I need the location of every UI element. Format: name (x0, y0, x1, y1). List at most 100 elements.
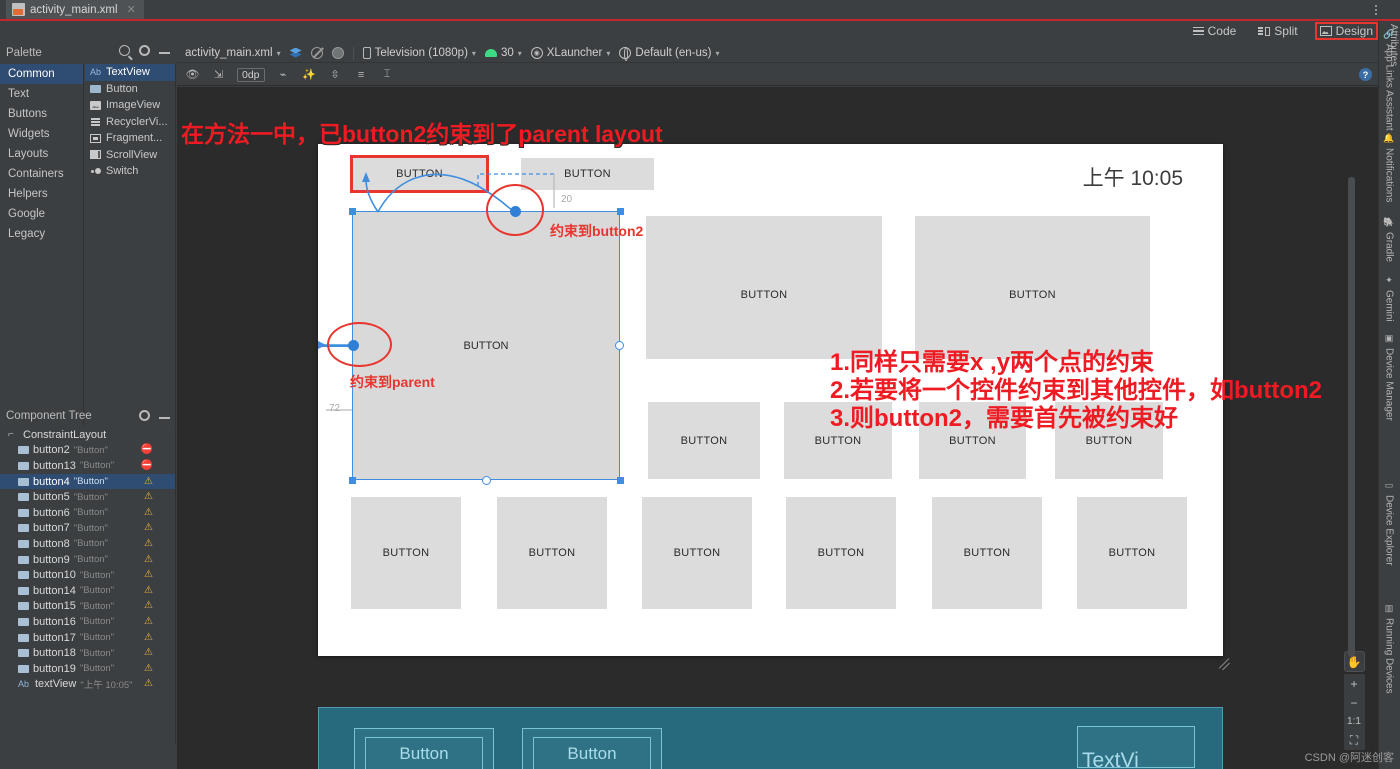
resize-handle-tr[interactable] (617, 208, 624, 215)
palette-cat-google[interactable]: Google (0, 204, 83, 224)
tree-node-button6[interactable]: button6 "Button" ⚠ (0, 505, 175, 521)
canvas-button-row4-3[interactable]: BUTTON (642, 497, 752, 609)
zoom-in-button[interactable]: + (1343, 674, 1365, 693)
gear-icon[interactable] (139, 45, 150, 56)
resize-handle-tl[interactable] (349, 208, 356, 215)
tree-node-button8[interactable]: button8 "Button" ⚠ (0, 536, 175, 552)
design-canvas[interactable]: BUTTON BUTTON 上午 10:05 BUTTON BUTTON BUT… (177, 87, 1378, 769)
palette-item-recyclerview[interactable]: RecyclerVi... (85, 114, 175, 131)
layers-icon[interactable] (290, 48, 302, 59)
fit-to-screen-icon[interactable]: ⛶ (1343, 731, 1365, 750)
tree-node-button7[interactable]: button7 "Button" ⚠ (0, 521, 175, 537)
tree-node-button5[interactable]: button5 "Button" ⚠ (0, 489, 175, 505)
palette-item-imageview[interactable]: ImageView (85, 97, 175, 114)
palette-cat-helpers[interactable]: Helpers (0, 184, 83, 204)
default-margin-value[interactable]: 0dp (237, 67, 265, 82)
canvas-button-row1-1[interactable]: BUTTON (350, 155, 489, 193)
tree-node-textView[interactable]: Ab textView "上午 10:05" ⚠ (0, 677, 175, 693)
palette-item-scrollview[interactable]: ScrollView (85, 147, 175, 164)
palette-cat-containers[interactable]: Containers (0, 164, 83, 184)
resize-handle-bl[interactable] (349, 477, 356, 484)
zoom-out-button[interactable]: − (1343, 693, 1365, 712)
align-horizontal-icon[interactable]: ≡ (354, 67, 369, 82)
tree-node-button19[interactable]: button19 "Button" ⚠ (0, 661, 175, 677)
selected-widget-button4[interactable]: BUTTON (352, 211, 620, 480)
tree-node-button10[interactable]: button10 "Button" ⚠ (0, 567, 175, 583)
rail-device-explorer[interactable]: ▭ Device Explorer (1379, 476, 1399, 570)
magnifier-icon[interactable] (331, 47, 344, 59)
tab-split[interactable]: Split (1253, 22, 1302, 40)
constraint-anchor-bottom[interactable] (482, 476, 491, 485)
rail-device-manager[interactable]: ▣ Device Manager (1379, 329, 1399, 425)
constraint-anchor-right[interactable] (615, 341, 624, 350)
palette-cat-buttons[interactable]: Buttons (0, 104, 83, 124)
tree-node-button13[interactable]: button13 "Button" ⛔ (0, 458, 175, 474)
device-dropdown[interactable]: Television (1080p) ▾ (362, 47, 476, 59)
tree-node-button4[interactable]: button4 "Button" ⚠ (0, 473, 175, 490)
palette-item-button[interactable]: Button (85, 81, 175, 98)
zoom-controls[interactable]: ✋ + − 1:1 ⛶ (1343, 651, 1365, 750)
palette-item-list[interactable]: Ab TextView Button ImageView RecyclerVi.… (85, 64, 176, 426)
more-vertical-icon[interactable] (1369, 2, 1383, 18)
rail-gradle[interactable]: 🐘 Gradle (1379, 213, 1399, 266)
palette-cat-widgets[interactable]: Widgets (0, 124, 83, 144)
rail-gemini[interactable]: ✦ Gemini (1379, 271, 1399, 326)
file-tab-activity-main[interactable]: activity_main.xml ✕ (6, 0, 144, 21)
canvas-button-row4-4[interactable]: BUTTON (786, 497, 896, 609)
clear-constraints-icon[interactable]: ⌁ (276, 67, 291, 82)
guideline-icon[interactable]: ⌶ (380, 67, 395, 82)
palette-category-list[interactable]: Common Text Buttons Widgets Layouts Cont… (0, 64, 84, 426)
tree-node-button9[interactable]: button9 "Button" ⚠ (0, 552, 175, 568)
tree-node-button14[interactable]: button14 "Button" ⚠ (0, 583, 175, 599)
tab-design[interactable]: Design (1314, 22, 1378, 40)
attributes-panel-tab[interactable]: Attributes (1379, 24, 1399, 66)
palette-item-switch[interactable]: Switch (85, 163, 175, 180)
canvas-button-row4-5[interactable]: BUTTON (932, 497, 1042, 609)
autoconnect-icon[interactable]: ⇲ (211, 67, 226, 82)
search-icon[interactable] (119, 45, 130, 56)
minimize-icon[interactable] (159, 417, 170, 419)
tab-code[interactable]: Code (1188, 22, 1242, 40)
tree-root-constraintlayout[interactable]: ⌐ ConstraintLayout (0, 427, 175, 443)
rail-running-devices[interactable]: ▥ Running Devices (1379, 599, 1399, 698)
palette-cat-legacy[interactable]: Legacy (0, 224, 83, 244)
locale-dropdown[interactable]: Default (en-us) ▾ (619, 46, 719, 61)
tree-node-button16[interactable]: button16 "Button" ⚠ (0, 614, 175, 630)
tree-node-button18[interactable]: button18 "Button" ⚠ (0, 645, 175, 661)
canvas-button-row3-1[interactable]: BUTTON (648, 402, 760, 479)
align-vertical-icon[interactable]: ⇳ (328, 67, 343, 82)
canvas-clock-textview[interactable]: 上午 10:05 (1083, 162, 1183, 192)
resize-device-handle[interactable] (1217, 654, 1231, 671)
rail-notifications[interactable]: 🔔 Notifications (1379, 129, 1399, 206)
blueprint-off-icon[interactable] (310, 47, 323, 59)
canvas-button-row4-6[interactable]: BUTTON (1077, 497, 1187, 609)
file-variant-dropdown[interactable]: activity_main.xml ▾ (185, 47, 281, 59)
close-icon[interactable]: ✕ (127, 3, 136, 16)
resize-handle-br[interactable] (617, 477, 624, 484)
tree-node-button17[interactable]: button17 "Button" ⚠ (0, 630, 175, 646)
canvas-button-row4-2[interactable]: BUTTON (497, 497, 607, 609)
blueprint-button-2[interactable]: Button (522, 728, 662, 769)
tree-node-button15[interactable]: button15 "Button" ⚠ (0, 599, 175, 615)
gear-icon[interactable] (139, 410, 150, 421)
palette-cat-common[interactable]: Common (0, 64, 83, 84)
help-icon[interactable]: ? (1359, 68, 1372, 81)
component-tree[interactable]: ⌐ ConstraintLayout button2 "Button" ⛔ butto… (0, 427, 176, 744)
minimize-icon[interactable] (159, 52, 170, 54)
api-level-dropdown[interactable]: 30 ▾ (484, 47, 522, 59)
palette-cat-text[interactable]: Text (0, 84, 83, 104)
infer-constraints-icon[interactable]: ✨ (302, 67, 317, 82)
blueprint-textview[interactable]: TextVi (1077, 726, 1195, 769)
canvas-vertical-scrollbar[interactable] (1348, 177, 1355, 657)
actual-size-button[interactable]: 1:1 (1343, 712, 1365, 731)
palette-item-fragment[interactable]: Fragment... (85, 130, 175, 147)
canvas-button-row1-2[interactable]: BUTTON (521, 158, 654, 190)
palette-cat-layouts[interactable]: Layouts (0, 144, 83, 164)
canvas-button-row2-1[interactable]: BUTTON (646, 216, 882, 359)
palette-item-textview[interactable]: Ab TextView (85, 64, 175, 81)
tree-node-button2[interactable]: button2 "Button" ⛔ (0, 443, 175, 459)
canvas-button-row2-2[interactable]: BUTTON (915, 216, 1150, 359)
blueprint-preview[interactable]: Button Button TextVi (318, 707, 1223, 769)
canvas-button-row4-1[interactable]: BUTTON (351, 497, 461, 609)
visibility-icon[interactable]: 👁 (185, 67, 200, 82)
